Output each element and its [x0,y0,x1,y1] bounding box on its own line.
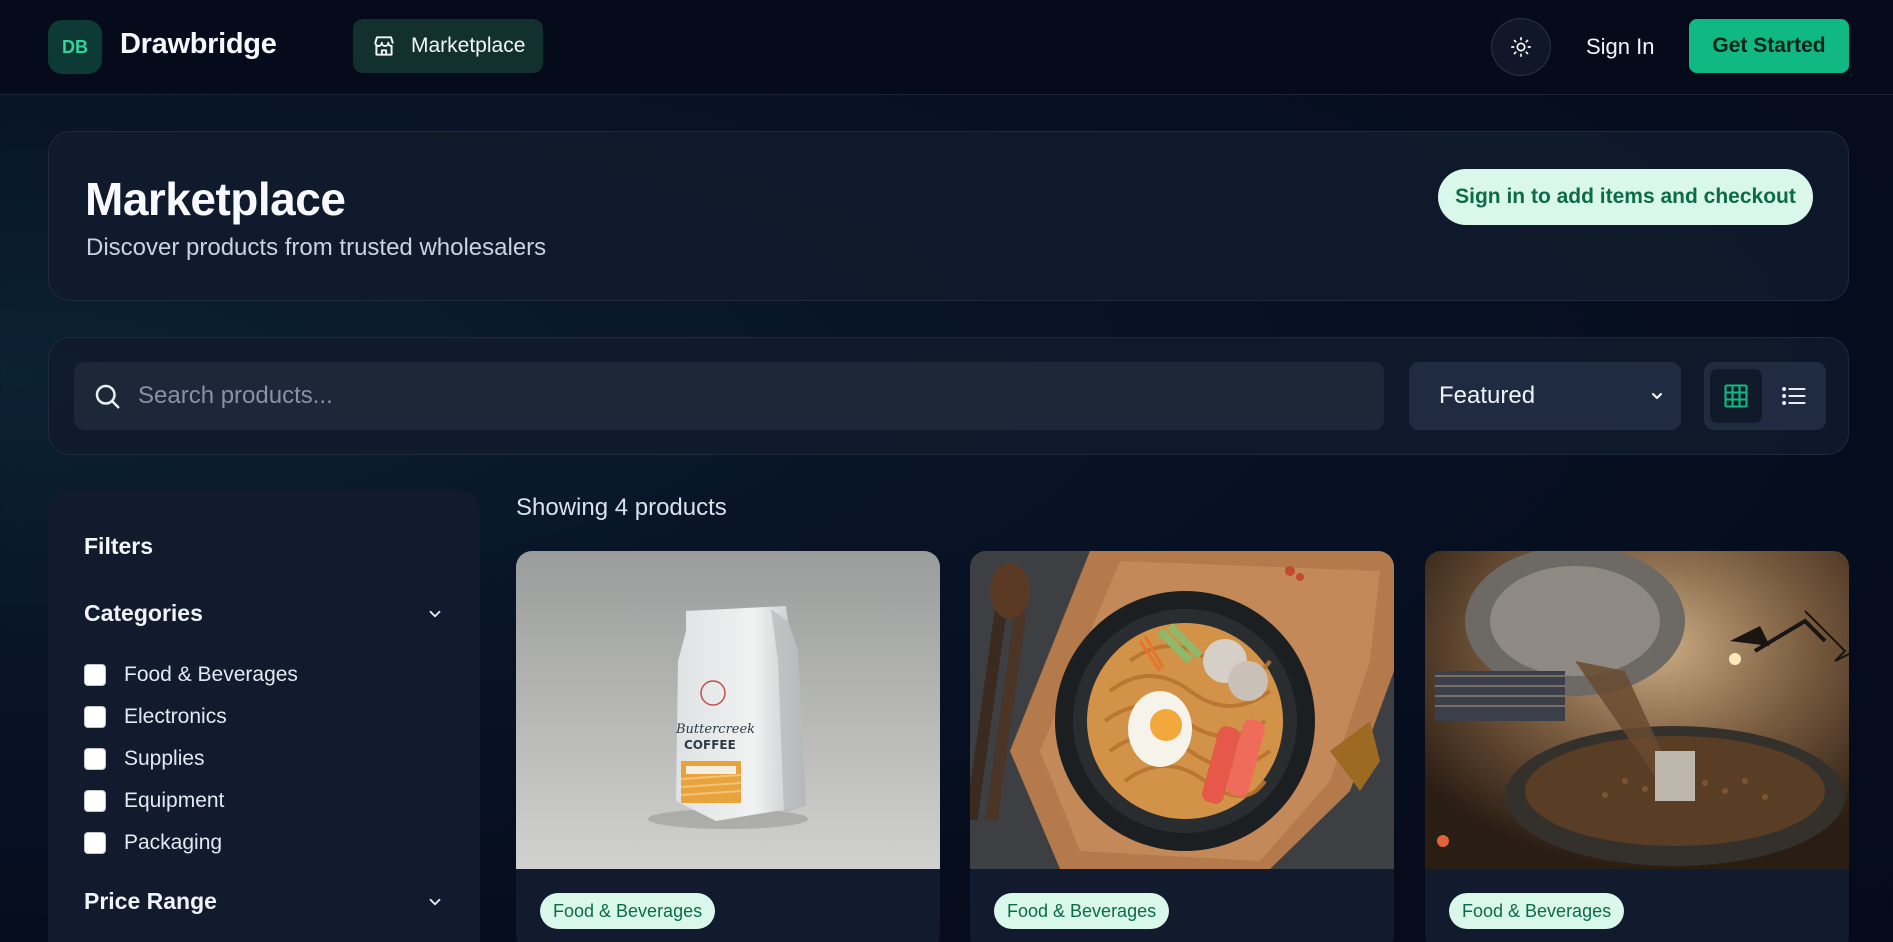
product-image[interactable] [970,551,1394,869]
category-badge: Food & Beverages [540,893,716,929]
price-range-header[interactable]: Price Range [84,888,444,915]
search-toolbar: Featured [48,337,1849,455]
category-label: Packaging [124,831,223,854]
svg-text:COFFEE: COFFEE [684,738,736,752]
search-icon [95,384,120,409]
list-icon [1782,387,1806,405]
category-checkbox[interactable] [84,706,106,728]
product-card[interactable]: Food & Beverages [970,551,1394,942]
category-checkbox[interactable] [84,832,106,854]
categories-label: Categories [84,600,203,626]
view-mode-toggle [1704,362,1826,430]
grid-icon [1724,384,1748,408]
page-subtitle: Discover products from trusted wholesale… [86,234,547,261]
theme-toggle-button[interactable] [1491,18,1551,76]
category-item[interactable]: Equipment [84,780,298,822]
sign-in-link[interactable]: Sign In [1586,34,1655,60]
product-card[interactable]: Food & Beverages [1425,551,1849,942]
category-item[interactable]: Food & Beverages [84,654,298,696]
product-card[interactable]: Buttercreek COFFEE Food & Beverages [516,551,940,942]
nav-marketplace-label: Marketplace [411,34,526,57]
search-input[interactable] [138,382,1338,410]
categories-header[interactable]: Categories [84,600,444,627]
svg-text:Buttercreek: Buttercreek [675,722,755,737]
list-view-button[interactable] [1768,369,1820,423]
sort-selected-value: Featured [1439,382,1536,409]
product-image[interactable] [1425,551,1849,869]
category-item[interactable]: Supplies [84,738,298,780]
category-item[interactable]: Electronics [84,696,298,738]
category-label: Food & Beverages [124,663,298,686]
category-badge: Food & Beverages [1449,893,1625,929]
filters-title: Filters [84,533,154,559]
grid-view-button[interactable] [1710,369,1762,423]
category-label: Equipment [124,789,225,812]
category-checkbox[interactable] [84,790,106,812]
category-list: Food & Beverages Electronics Supplies Eq… [84,654,298,864]
search-box[interactable] [74,362,1384,430]
store-icon [374,36,394,56]
category-label: Supplies [124,747,205,770]
category-badge: Food & Beverages [994,893,1170,929]
get-started-button[interactable]: Get Started [1689,19,1849,73]
chevron-down-icon [429,610,441,617]
hero-panel: Marketplace Discover products from trust… [48,131,1849,301]
sort-select[interactable]: Featured [1409,362,1681,430]
page-title: Marketplace [85,173,346,225]
results-count: Showing 4 products [516,494,727,521]
category-checkbox[interactable] [84,664,106,686]
price-range-label: Price Range [84,888,217,914]
sun-icon [1511,37,1531,57]
sign-in-checkout-button[interactable]: Sign in to add items and checkout [1438,169,1813,225]
category-item[interactable]: Packaging [84,822,298,864]
chevron-down-icon [1652,393,1662,399]
category-checkbox[interactable] [84,748,106,770]
product-image[interactable]: Buttercreek COFFEE [516,551,940,869]
nav-marketplace-button[interactable]: Marketplace [353,19,543,73]
filters-sidebar: Filters Categories Food & Beverages Elec… [48,490,480,942]
brand-name[interactable]: Drawbridge [120,28,277,61]
chevron-down-icon [429,898,441,905]
category-label: Electronics [124,705,227,728]
logo-badge[interactable]: DB [48,20,102,74]
top-navbar: DB Drawbridge Marketplace Sign In Get St… [0,0,1893,95]
